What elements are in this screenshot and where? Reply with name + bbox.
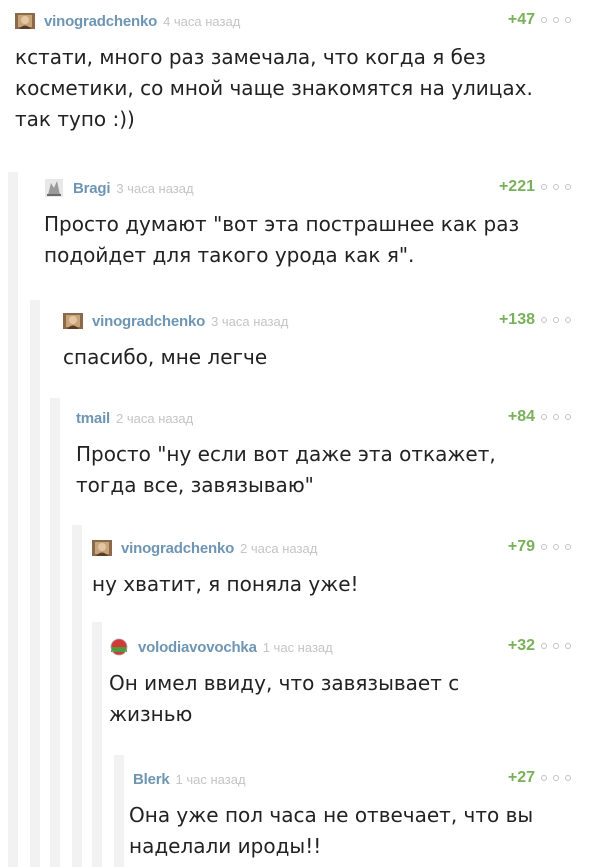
thread-line[interactable] bbox=[72, 525, 82, 867]
comment-header: vinogradchenko 3 часа назад +138 bbox=[63, 310, 571, 332]
comment-header: vinogradchenko 4 часа назад +47 bbox=[15, 10, 571, 32]
username-link[interactable]: Bragi bbox=[73, 180, 111, 197]
comment-text: спасибо, мне легче bbox=[63, 345, 268, 369]
username-link[interactable]: volodiavovochka bbox=[138, 639, 257, 656]
comment-rating: +47 bbox=[507, 11, 535, 28]
comment-thread: vinogradchenko 4 часа назад +47 кстати, … bbox=[0, 0, 602, 867]
comment-header: Bragi 3 часа назад +221 bbox=[44, 177, 571, 199]
comment: vinogradchenko 4 часа назад +47 кстати, … bbox=[15, 10, 571, 150]
comment-rating: +27 bbox=[507, 769, 535, 786]
portrait-avatar-icon[interactable] bbox=[63, 312, 83, 330]
figure-avatar-icon[interactable] bbox=[44, 179, 64, 197]
comment: Bragi 3 часа назад +221 Просто думают "в… bbox=[44, 177, 571, 287]
comment-rating: +79 bbox=[507, 538, 535, 555]
comment: vinogradchenko 3 часа назад +138 спасибо… bbox=[63, 310, 571, 380]
comment: volodiavovochka 1 час назад +32 Он имел … bbox=[109, 636, 571, 736]
thread-line[interactable] bbox=[92, 622, 102, 867]
thread-line[interactable] bbox=[8, 172, 18, 867]
portrait-avatar-icon[interactable] bbox=[15, 12, 35, 30]
thread-line[interactable] bbox=[30, 300, 40, 867]
comment-rating: +138 bbox=[498, 311, 535, 328]
comment-rating: +221 bbox=[498, 178, 535, 195]
comment-time[interactable]: 3 часа назад bbox=[116, 181, 193, 196]
comment-header: Blerk 1 час назад +27 bbox=[133, 768, 571, 790]
username-link[interactable]: vinogradchenko bbox=[92, 313, 205, 330]
comment-time[interactable]: 1 час назад bbox=[176, 772, 246, 787]
comment-header: vinogradchenko 2 часа назад +79 bbox=[92, 537, 571, 559]
comment-text: кстати, много раз замечала, что когда я … bbox=[15, 45, 533, 131]
username-link[interactable]: tmail bbox=[76, 410, 110, 427]
comment-time[interactable]: 4 часа назад bbox=[163, 14, 240, 29]
thread-line[interactable] bbox=[114, 755, 124, 867]
comment-text: Он имел ввиду, что завязывает с жизнью bbox=[109, 671, 460, 726]
comment-header: volodiavovochka 1 час назад +32 bbox=[109, 636, 571, 658]
comment-text: Она уже пол часа не отвечает, что вы над… bbox=[129, 803, 534, 858]
flag-avatar-icon[interactable] bbox=[109, 638, 129, 656]
comment-time[interactable]: 3 часа назад bbox=[211, 314, 288, 329]
username-link[interactable]: vinogradchenko bbox=[44, 13, 157, 30]
comment-header: tmail 2 часа назад +84 bbox=[76, 407, 571, 429]
comment: Blerk 1 час назад +27 Она уже пол часа н… bbox=[129, 768, 571, 867]
more-options-icon[interactable] bbox=[541, 771, 571, 785]
username-link[interactable]: vinogradchenko bbox=[121, 540, 234, 557]
comment-time[interactable]: 2 часа назад bbox=[116, 411, 193, 426]
more-options-icon[interactable] bbox=[541, 13, 571, 27]
username-link[interactable]: Blerk bbox=[133, 771, 170, 788]
more-options-icon[interactable] bbox=[541, 180, 571, 194]
comment-rating: +32 bbox=[507, 637, 535, 654]
more-options-icon[interactable] bbox=[541, 410, 571, 424]
comment-text: ну хватит, я поняла уже! bbox=[92, 572, 359, 596]
comment-time[interactable]: 1 час назад bbox=[263, 640, 333, 655]
comment-text: Просто "ну если вот даже эта откажет, то… bbox=[76, 442, 496, 497]
more-options-icon[interactable] bbox=[541, 313, 571, 327]
more-options-icon[interactable] bbox=[541, 540, 571, 554]
more-options-icon[interactable] bbox=[541, 639, 571, 653]
comment-text: Просто думают "вот эта пострашнее как ра… bbox=[44, 212, 520, 267]
comment-time[interactable]: 2 часа назад bbox=[240, 541, 317, 556]
comment: vinogradchenko 2 часа назад +79 ну хвати… bbox=[92, 537, 571, 607]
portrait-avatar-icon[interactable] bbox=[92, 539, 112, 557]
comment-rating: +84 bbox=[507, 408, 535, 425]
comment: tmail 2 часа назад +84 Просто "ну если в… bbox=[76, 407, 571, 507]
thread-line[interactable] bbox=[50, 398, 60, 867]
